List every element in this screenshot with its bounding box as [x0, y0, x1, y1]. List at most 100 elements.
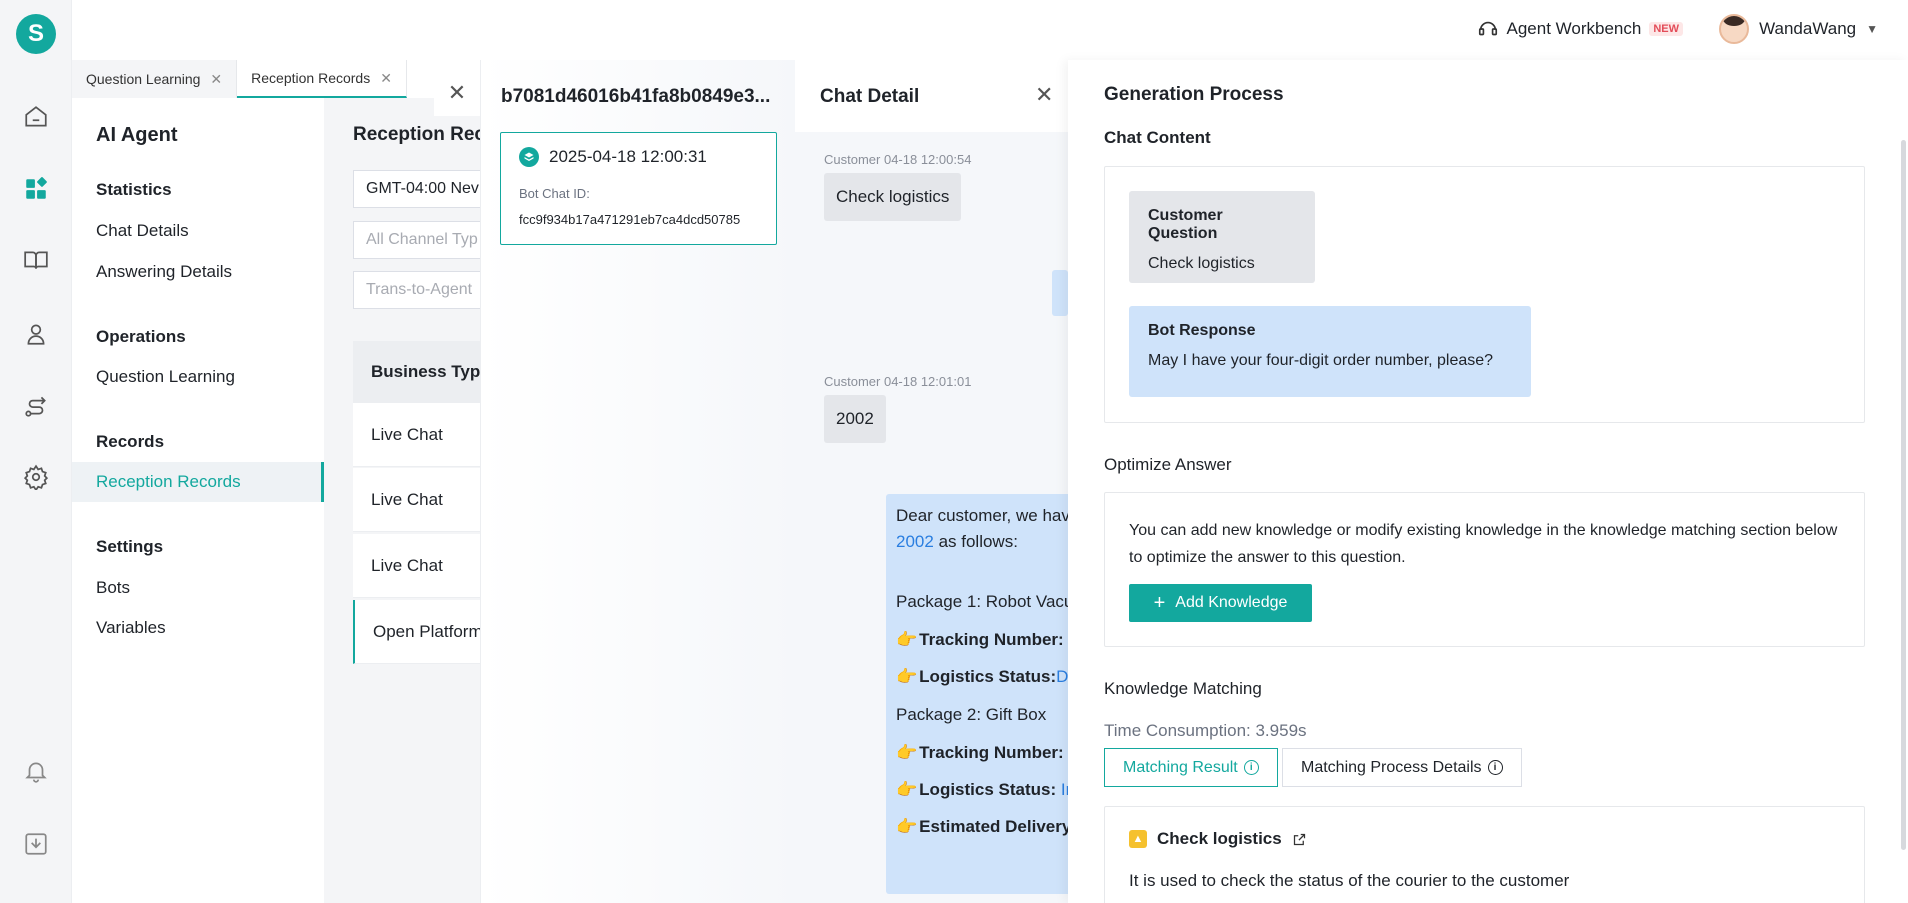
close-icon[interactable]: ✕: [210, 71, 222, 88]
bot-bubble: Dear customer, we have 2002 as follows: …: [886, 494, 1068, 894]
gear-icon[interactable]: [22, 463, 50, 491]
generation-process-panel: Generation Process Chat Content Customer…: [1068, 60, 1908, 903]
avatar: [1719, 14, 1750, 44]
add-knowledge-label: Add Knowledge: [1175, 594, 1288, 611]
nav-group-records: Records: [96, 432, 165, 451]
bot-chat-id-label: Bot Chat ID:: [519, 186, 590, 201]
new-badge: NEW: [1649, 22, 1683, 36]
bot-line: as follows:: [938, 532, 1018, 551]
bot-bubble: [1052, 270, 1068, 316]
page-tabs: Question Learning ✕ Reception Records ✕: [72, 60, 407, 98]
time-consumption: Time Consumption: 3.959s: [1104, 721, 1307, 740]
optimize-text: You can add new knowledge or modify exis…: [1129, 522, 1838, 566]
sidebar-title: AI Agent: [96, 124, 178, 146]
scrollbar[interactable]: [1901, 140, 1906, 850]
agent-workbench-link[interactable]: Agent Workbench NEW: [1477, 18, 1683, 40]
bot-response-label: Bot Response: [1148, 322, 1256, 339]
message-meta: Customer 04-18 12:00:54: [824, 152, 972, 167]
page-title: Reception Reco: [353, 124, 497, 145]
add-knowledge-button[interactable]: + Add Knowledge: [1129, 584, 1312, 622]
agent-workbench-label: Agent Workbench: [1506, 19, 1642, 38]
nav-group-settings: Settings: [96, 537, 164, 556]
info-icon: i: [1487, 760, 1503, 775]
home-icon[interactable]: [22, 103, 50, 131]
pointing-hand-icon: 👉: [896, 667, 918, 686]
pointing-hand-icon: 👉: [896, 780, 918, 799]
bot-response-card: Bot Response May I have your four-digit …: [1129, 306, 1531, 397]
tab-label: Question Learning: [86, 71, 201, 87]
chat-detail-panel: Chat Detail ✕ Customer 04-18 12:00:54 Ch…: [795, 60, 1068, 903]
session-card[interactable]: 2025-04-18 12:00:31 Bot Chat ID: fcc9f93…: [500, 132, 777, 245]
optimize-title: Optimize Answer: [1104, 455, 1232, 474]
reception-records-main: Reception Reco GMT-04:00 Nev All Channel…: [324, 98, 553, 903]
sidebar-item-chat-details[interactable]: Chat Details: [72, 211, 324, 251]
session-id: b7081d46016b41fa8b0849e3...: [501, 86, 771, 107]
sidebar-item-reception-records[interactable]: Reception Records: [72, 462, 324, 502]
dashboard-icon[interactable]: [22, 175, 50, 203]
sidebar-item-question-learning[interactable]: Question Learning: [72, 357, 324, 397]
knowledge-title[interactable]: Check logistics: [1157, 829, 1282, 849]
package-line: Package 2: Gift Box: [896, 705, 1047, 724]
knowledge-card: ▲ Check logistics It is used to check th…: [1104, 806, 1865, 903]
route-icon[interactable]: [22, 392, 50, 420]
info-icon: i: [1243, 760, 1259, 775]
message-meta: Customer 04-18 12:01:01: [824, 374, 972, 389]
customer-bubble: 2002: [824, 395, 886, 443]
close-icon[interactable]: ✕: [1035, 82, 1053, 108]
tab-reception-records[interactable]: Reception Records ✕: [237, 60, 407, 98]
knowledge-badge-icon: ▲: [1129, 830, 1147, 848]
username: WandaWang: [1759, 19, 1857, 38]
tab-label: Matching Process Details: [1301, 758, 1482, 776]
order-link[interactable]: 2002: [896, 532, 934, 551]
customer-question-card: Customer Question Check logistics: [1129, 191, 1315, 283]
agent-icon[interactable]: [22, 320, 50, 348]
pointing-hand-icon: 👉: [896, 630, 918, 649]
sidebar-item-bots[interactable]: Bots: [72, 568, 324, 608]
close-icon: ✕: [447, 80, 467, 105]
headset-icon: [1478, 21, 1497, 36]
icon-rail: S: [0, 0, 72, 903]
nav-group-statistics: Statistics: [96, 180, 172, 199]
status-label: Logistics Status:: [919, 667, 1057, 686]
chat-content-title: Chat Content: [1104, 128, 1211, 147]
bell-icon[interactable]: [22, 757, 50, 785]
tab-matching-process-details[interactable]: Matching Process Details i: [1282, 748, 1522, 787]
nav-group-operations: Operations: [96, 327, 186, 346]
sidebar: AI Agent Statistics Chat Details Answeri…: [72, 98, 324, 903]
external-link-icon[interactable]: [1292, 832, 1307, 847]
plus-icon: +: [1153, 592, 1166, 614]
bot-icon: [519, 147, 539, 167]
tracking-label: Tracking Number:: [919, 743, 1064, 762]
delivery-label: Estimated Delivery: [919, 817, 1068, 836]
close-icon[interactable]: ✕: [380, 70, 392, 87]
pointing-hand-icon: 👉: [896, 743, 918, 762]
optimize-box: You can add new knowledge or modify exis…: [1104, 492, 1865, 647]
status-link[interactable]: De: [1056, 667, 1068, 686]
top-header: Agent Workbench NEW WandaWang ▼: [72, 0, 1908, 60]
tab-label: Reception Records: [251, 70, 371, 86]
tab-question-learning[interactable]: Question Learning ✕: [72, 60, 238, 98]
chat-detail-header: Chat Detail ✕: [795, 60, 1068, 132]
app-logo[interactable]: S: [16, 14, 56, 54]
caret-down-icon: ▼: [1866, 22, 1878, 36]
customer-question-label: Customer Question: [1148, 207, 1223, 242]
download-icon[interactable]: [22, 830, 50, 858]
session-time: 2025-04-18 12:00:31: [549, 147, 707, 166]
status-label: Logistics Status:: [919, 780, 1057, 799]
user-menu[interactable]: WandaWang ▼: [1719, 14, 1878, 44]
sidebar-item-variables[interactable]: Variables: [72, 608, 324, 648]
knowledge-description: It is used to check the status of the co…: [1129, 871, 1570, 890]
sidebar-item-answering-details[interactable]: Answering Details: [72, 252, 324, 292]
status-link[interactable]: In: [1061, 780, 1068, 799]
tab-matching-result[interactable]: Matching Result i: [1104, 748, 1278, 787]
bot-line: Dear customer, we have: [896, 506, 1068, 525]
pointing-hand-icon: 👉: [896, 817, 918, 836]
book-icon[interactable]: [22, 246, 50, 274]
customer-question-text: Check logistics: [1148, 255, 1255, 272]
customer-bubble: Check logistics: [824, 173, 962, 221]
tracking-label: Tracking Number:: [919, 630, 1064, 649]
chat-content-box: Customer Question Check logistics Bot Re…: [1104, 166, 1865, 423]
drawer-close-button[interactable]: ✕: [434, 70, 480, 116]
tab-label: Matching Result: [1123, 758, 1238, 776]
package-line: Package 1: Robot Vacuu: [896, 592, 1068, 611]
